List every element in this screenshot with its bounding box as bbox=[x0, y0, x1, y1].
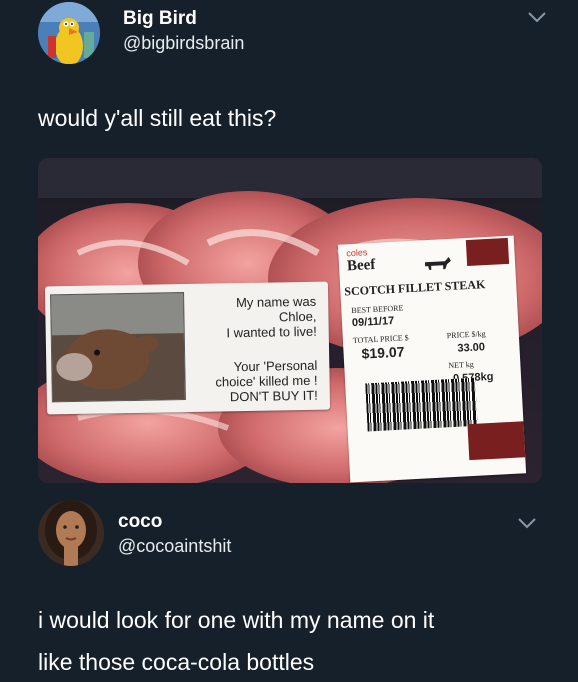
aus-badge bbox=[465, 237, 510, 267]
best-before-date: 09/11/17 bbox=[351, 314, 395, 330]
chevron-down-icon[interactable] bbox=[516, 516, 538, 530]
label-line-2: Chloe, bbox=[278, 308, 317, 325]
tweet-author-handle[interactable]: @bigbirdsbrain bbox=[123, 33, 244, 54]
total-price: $19.07 bbox=[361, 343, 405, 362]
big-bird-avatar-icon[interactable] bbox=[38, 2, 100, 64]
cow-icon bbox=[424, 256, 451, 271]
price-per-kg: 33.00 bbox=[457, 341, 486, 355]
best-before-label: BEST BEFORE bbox=[351, 303, 404, 316]
chevron-down-icon[interactable] bbox=[526, 10, 548, 24]
tweet-text-line-1: i would look for one with my name on it bbox=[38, 607, 435, 633]
label-line-1: My name was bbox=[235, 293, 317, 311]
price-per-kg-label: PRICE $/kg bbox=[446, 329, 486, 341]
chloe-sticker: My name was Chloe, I wanted to live! You… bbox=[44, 281, 331, 415]
tweet-coco: coco @cocoaintshit i would look for one … bbox=[0, 490, 578, 680]
tweet-author-handle[interactable]: @cocoaintshit bbox=[118, 536, 231, 557]
promo-strip bbox=[467, 421, 526, 461]
tweet-author-name[interactable]: Big Bird bbox=[123, 8, 197, 30]
label-line-4: Your 'Personal bbox=[233, 357, 318, 375]
coco-avatar-icon[interactable] bbox=[38, 500, 104, 566]
tweet-text-line-2: like those coca-cola bottles bbox=[38, 649, 315, 675]
coles-price-label: coles Beef SCOTCH FILLET STEAK BEST BEFO… bbox=[337, 235, 527, 483]
tweet-author-name[interactable]: coco bbox=[118, 511, 162, 533]
cow-photo bbox=[50, 292, 186, 403]
label-line-3: I wanted to live! bbox=[226, 323, 317, 341]
tweet-bigbird: Big Bird @bigbirdsbrain would y'all stil… bbox=[0, 0, 578, 150]
barcode bbox=[365, 377, 478, 432]
product-name: SCOTCH FILLET STEAK bbox=[343, 277, 486, 299]
tweet-text: would y'all still eat this? bbox=[38, 105, 277, 131]
beef-title: Beef bbox=[346, 256, 376, 275]
label-line-6: DON'T BUY IT! bbox=[229, 387, 318, 405]
net-kg-label: NET kg bbox=[448, 359, 474, 371]
